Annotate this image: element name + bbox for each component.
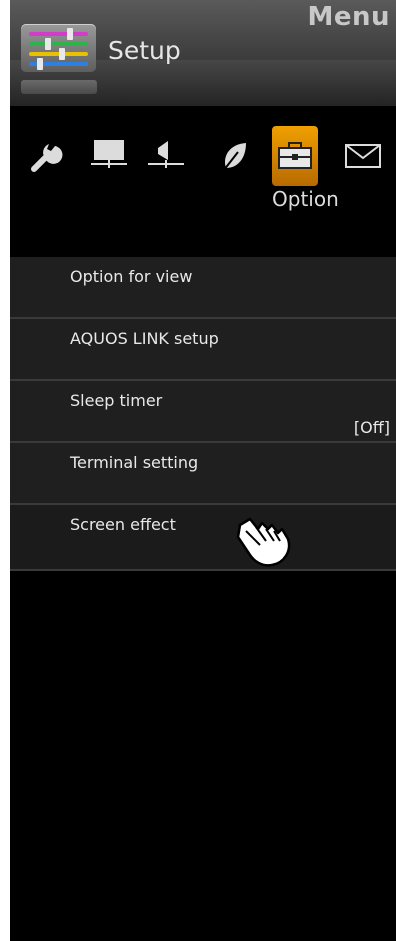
toolbox-icon[interactable] (272, 126, 318, 186)
menu-item-label: Sleep timer (70, 391, 163, 410)
monitor-icon[interactable] (88, 126, 130, 186)
menu-item-terminal-setting[interactable]: Terminal setting (10, 443, 396, 505)
menu-item-label: Terminal setting (70, 453, 199, 472)
menu-header: Setup Menu (10, 0, 396, 106)
hand-pointer-icon (232, 515, 292, 573)
setup-sliders-icon (21, 24, 96, 72)
menu-item-label: Option for view (70, 267, 193, 286)
menu-item-aquos-link-setup[interactable]: AQUOS LINK setup (10, 319, 396, 381)
wrench-icon[interactable] (28, 126, 66, 186)
speaker-icon[interactable] (145, 126, 187, 186)
menu-item-sleep-timer[interactable]: Sleep timer [Off] (10, 381, 396, 443)
leaf-icon[interactable] (218, 126, 252, 186)
menu-panel: Setup Menu Option Option for view AQUOS … (10, 0, 396, 941)
menu-item-screen-effect[interactable]: Screen effect (10, 505, 396, 571)
selected-category-label: Option (272, 187, 339, 211)
envelope-icon[interactable] (340, 126, 386, 186)
menu-item-option-for-view[interactable]: Option for view (10, 257, 396, 319)
menu-item-label: AQUOS LINK setup (70, 329, 219, 348)
menu-item-label: Screen effect (70, 515, 176, 534)
category-icon-row (10, 126, 396, 186)
sleep-timer-value: [Off] (353, 418, 390, 437)
menu-label: Menu (307, 2, 390, 32)
option-menu-list: Option for view AQUOS LINK setup Sleep t… (10, 257, 396, 571)
header-tab (21, 80, 97, 94)
section-title: Setup (108, 36, 181, 65)
